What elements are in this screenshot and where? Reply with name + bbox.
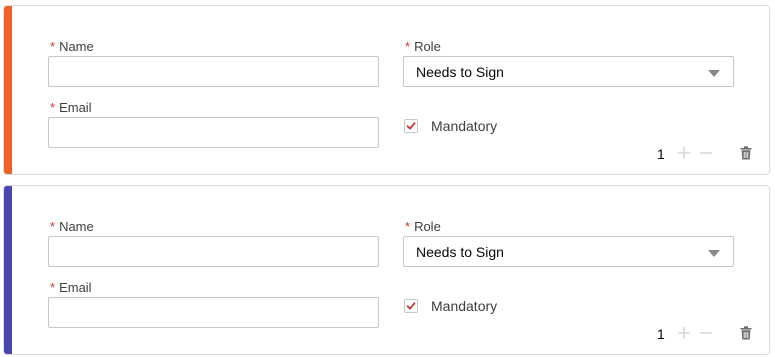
plus-icon (678, 147, 690, 159)
minus-icon (700, 152, 712, 154)
delete-button[interactable] (740, 326, 752, 340)
name-label: * Name (50, 219, 94, 234)
mandatory-label: Mandatory (431, 298, 498, 314)
increment-button[interactable] (677, 146, 691, 160)
required-marker: * (405, 39, 411, 54)
required-marker: * (50, 39, 56, 54)
role-select[interactable]: Needs to Sign (403, 236, 734, 267)
email-input[interactable] (48, 297, 379, 328)
role-selected-value: Needs to Sign (416, 244, 504, 260)
required-marker: * (405, 219, 411, 234)
role-label: * Role (405, 219, 441, 234)
role-select[interactable]: Needs to Sign (403, 56, 734, 87)
recipient-card: * Name * Email * Role Needs to Sign Mandato… (3, 185, 770, 355)
card-accent-bar (4, 186, 12, 354)
role-selected-value: Needs to Sign (416, 64, 504, 80)
role-label: * Role (405, 39, 441, 54)
name-input[interactable] (48, 236, 379, 267)
email-label: * Email (50, 280, 92, 295)
checkmark-icon (406, 122, 416, 130)
trash-icon (740, 146, 752, 160)
increment-button[interactable] (677, 326, 691, 340)
email-input[interactable] (48, 117, 379, 148)
mandatory-checkbox[interactable] (404, 299, 418, 313)
decrement-button[interactable] (699, 326, 713, 340)
minus-icon (700, 332, 712, 334)
chevron-down-icon (708, 250, 720, 257)
mandatory-label: Mandatory (431, 118, 498, 134)
name-label: * Name (50, 39, 94, 54)
card-accent-bar (4, 6, 12, 174)
decrement-button[interactable] (699, 146, 713, 160)
required-marker: * (50, 280, 56, 295)
chevron-down-icon (708, 70, 720, 77)
quantity-value: 1 (657, 326, 665, 342)
quantity-value: 1 (657, 146, 665, 162)
email-label: * Email (50, 100, 92, 115)
trash-icon (740, 326, 752, 340)
required-marker: * (50, 100, 56, 115)
checkmark-icon (406, 302, 416, 310)
plus-icon (678, 327, 690, 339)
recipient-card: * Name * Email * Role Needs to Sign Mandato… (3, 5, 770, 175)
delete-button[interactable] (740, 146, 752, 160)
mandatory-checkbox[interactable] (404, 119, 418, 133)
required-marker: * (50, 219, 56, 234)
name-input[interactable] (48, 56, 379, 87)
